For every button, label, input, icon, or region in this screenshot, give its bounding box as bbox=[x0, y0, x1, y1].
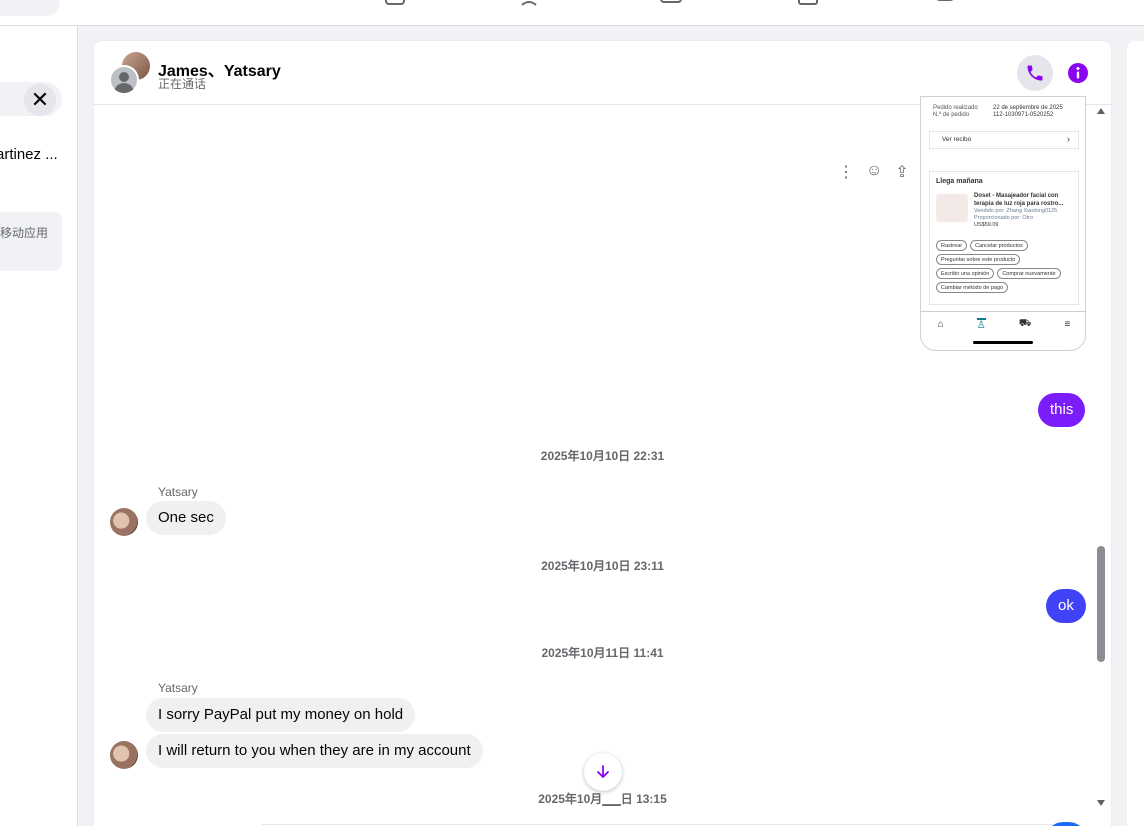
chip: Preguntar sobre este producto bbox=[936, 254, 1021, 265]
close-icon[interactable]: ✕ bbox=[24, 84, 56, 116]
product-price: US$59.09 bbox=[974, 222, 999, 228]
order-value: 22 de septiembre de 2025 bbox=[993, 105, 1063, 111]
delivery-card: Llega mañana Doset - Masajeador facial c… bbox=[929, 171, 1079, 305]
sidebar-card-text: 移动应用 bbox=[0, 226, 49, 240]
sidebar-card[interactable]: 移动应用 bbox=[0, 212, 62, 271]
share-icon[interactable]: ⇪ bbox=[894, 162, 910, 182]
top-navigation-bar bbox=[0, 0, 1144, 26]
order-value: 112-1030971-0520252 bbox=[993, 112, 1054, 118]
order-row: N.º de pedido 112-1030971-0520252 bbox=[933, 112, 1083, 118]
chevron-right-icon: › bbox=[1067, 134, 1070, 144]
chip: Comprar nuevamente bbox=[997, 268, 1061, 279]
gaming-nav-icon[interactable] bbox=[934, 0, 956, 8]
chat-panel: James、Yatsary 正在通话 Pedido realizado 22 de… bbox=[94, 41, 1111, 826]
phone-icon bbox=[1027, 65, 1043, 81]
home-icon: ⌂ bbox=[937, 319, 944, 330]
friends-nav-icon[interactable] bbox=[520, 0, 542, 8]
jump-to-latest-button[interactable] bbox=[584, 753, 622, 791]
call-button[interactable] bbox=[1017, 55, 1053, 91]
info-button[interactable] bbox=[1064, 59, 1092, 87]
default-avatar-body bbox=[114, 83, 134, 93]
ver-recibo-label: Ver recibo bbox=[942, 136, 972, 143]
sender-name: Yatsary bbox=[158, 681, 198, 695]
arrow-down-icon bbox=[597, 765, 609, 778]
product-image bbox=[936, 194, 968, 222]
incoming-message[interactable]: I will return to you when they are in my… bbox=[146, 734, 483, 768]
more-vertical-icon[interactable]: ⋮ bbox=[838, 162, 854, 182]
order-key: Pedido realizado bbox=[933, 105, 978, 111]
right-info-panel bbox=[1127, 41, 1144, 826]
product-info: Doset - Masajeador facial con terapia de… bbox=[974, 192, 1078, 229]
outgoing-message[interactable]: this bbox=[1038, 393, 1086, 427]
marketplace-nav-icon[interactable] bbox=[797, 0, 819, 8]
sender-name: Yatsary bbox=[158, 485, 198, 499]
scroll-down-arrow[interactable] bbox=[1097, 800, 1105, 806]
timestamp: 2025年10月10日 23:11 bbox=[541, 559, 664, 573]
order-row: Pedido realizado 22 de septiembre de 2025 bbox=[933, 105, 1083, 111]
home-nav-icon[interactable] bbox=[384, 0, 406, 8]
chip: Cancelar productos bbox=[970, 240, 1028, 251]
search-pill[interactable] bbox=[0, 0, 60, 16]
message-actions: ⋮ ☺ ⇪ bbox=[838, 162, 910, 182]
timestamp: 2025年10月10日 22:31 bbox=[540, 449, 665, 463]
chat-status: 正在通话 bbox=[158, 77, 207, 91]
info-icon bbox=[1068, 63, 1088, 83]
sold-by: Vendido por: Zhang Xiaolong0125 bbox=[974, 208, 1058, 214]
group-avatar-default[interactable] bbox=[109, 65, 139, 95]
incoming-message[interactable]: I sorry PayPal put my money on hold bbox=[146, 698, 416, 732]
default-avatar-head bbox=[119, 72, 129, 82]
smile-icon[interactable]: ☺ bbox=[866, 162, 882, 182]
account-icon: ♙ bbox=[976, 318, 986, 331]
app-tab-bar: ⌂ ♙ ⛟ ≡ bbox=[921, 311, 1085, 337]
chat-list-sidebar: ✕ artinez ... 移动应用 bbox=[0, 26, 78, 826]
composer-divider bbox=[262, 824, 1052, 825]
delivery-title: Llega mañana bbox=[936, 178, 983, 185]
outgoing-message[interactable]: ok bbox=[1046, 589, 1086, 623]
order-key: N.º de pedido bbox=[933, 112, 970, 118]
chip: Escribir una opinión bbox=[936, 268, 995, 279]
timestamp: 2025年10月11日 11:41 bbox=[541, 646, 664, 660]
home-indicator bbox=[973, 341, 1033, 344]
scroll-thumb[interactable] bbox=[1097, 546, 1105, 662]
product-name: Doset - Masajeador facial con terapia de… bbox=[974, 193, 1064, 207]
sidebar-chat-item-name[interactable]: artinez ... bbox=[0, 146, 58, 163]
menu-icon: ≡ bbox=[1064, 319, 1071, 330]
incoming-message[interactable]: One sec bbox=[146, 501, 226, 535]
scrollbar[interactable] bbox=[1094, 106, 1108, 826]
chip: Cambiar método de pago bbox=[936, 282, 1009, 293]
sender-avatar[interactable] bbox=[110, 741, 138, 769]
shared-screenshot-image[interactable]: Pedido realizado 22 de septiembre de 2025… bbox=[920, 96, 1086, 351]
video-nav-icon[interactable] bbox=[660, 0, 682, 8]
sender-avatar[interactable] bbox=[110, 508, 138, 536]
order-details: Pedido realizado 22 de septiembre de 2025… bbox=[933, 105, 1083, 119]
action-chips: Rastrear Cancelar productos Preguntar so… bbox=[936, 240, 1076, 293]
chip: Rastrear bbox=[936, 240, 968, 251]
timestamp: 2025年10月▁▁日 13:15 bbox=[538, 792, 667, 806]
scroll-up-arrow[interactable] bbox=[1097, 108, 1105, 114]
cart-icon: ⛟ bbox=[1018, 318, 1032, 329]
message-list[interactable]: Pedido realizado 22 de septiembre de 2025… bbox=[94, 96, 1111, 826]
provided-by: Proporcionado por: Otro bbox=[974, 215, 1034, 221]
ver-recibo-row: Ver recibo › bbox=[929, 131, 1079, 149]
